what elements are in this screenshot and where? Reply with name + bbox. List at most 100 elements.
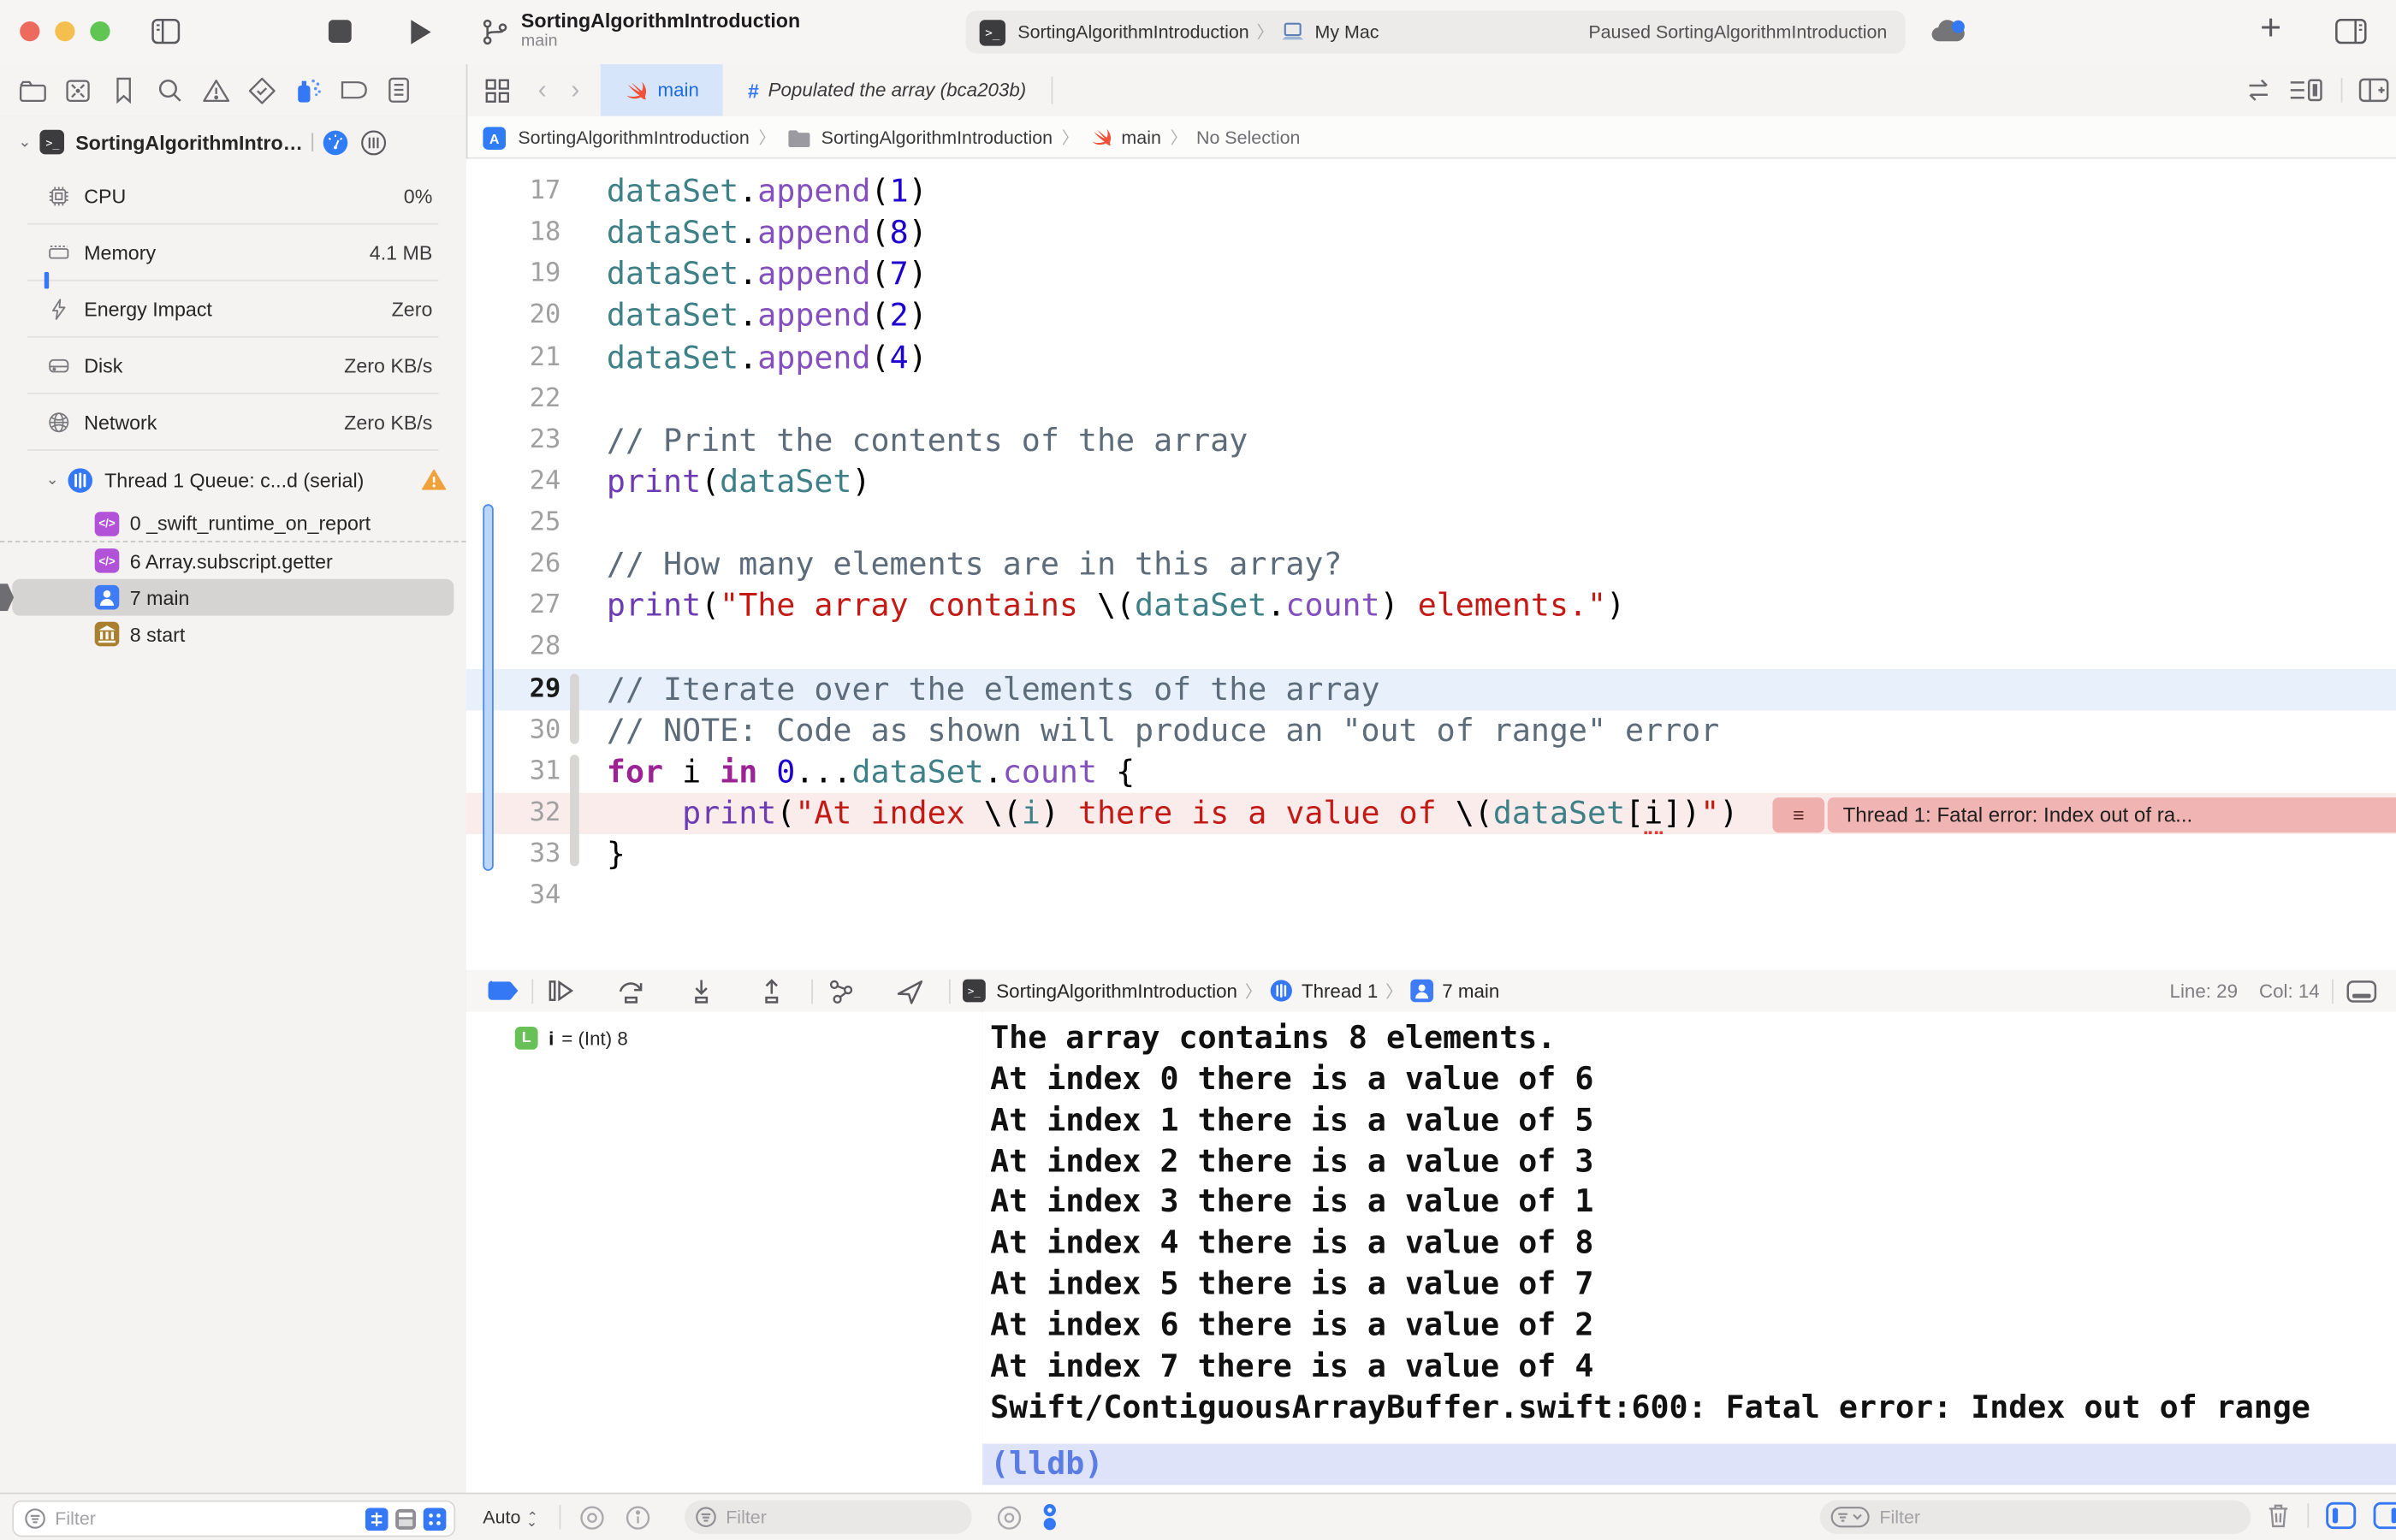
zoom-window-button[interactable] [90, 21, 110, 41]
code-line-28[interactable]: 28 [466, 627, 2396, 668]
jumpbar-crumb-2[interactable]: main [1121, 127, 1160, 148]
stack-frame-7[interactable]: 7 main [0, 579, 466, 616]
code-line-24[interactable]: 24print(dataSet) [466, 461, 2396, 502]
filter-chevron-icon[interactable] [1830, 1507, 1870, 1528]
continue-execution-icon[interactable] [545, 978, 576, 1004]
console-output[interactable]: The array contains 8 elements.At index 0… [982, 1011, 2396, 1494]
jumpbar-crumb-3[interactable]: No Selection [1196, 127, 1301, 148]
variables-filter-input[interactable]: Filter [685, 1501, 972, 1534]
line-number[interactable]: 34 [466, 875, 561, 916]
debug-navigator-icon[interactable] [284, 64, 330, 116]
line-number[interactable]: 28 [466, 627, 561, 668]
stack-frame-0[interactable]: </>0 _swift_runtime_on_report [0, 506, 466, 542]
tab-populated-the-array[interactable]: # Populated the array (bca203b) [723, 79, 1050, 102]
jump-bar[interactable]: A SortingAlgorithmIntroduction〉SortingAl… [466, 116, 2396, 159]
code-line-27[interactable]: 27print("The array contains \(dataSet.co… [466, 585, 2396, 626]
add-tab-button[interactable]: + [2260, 8, 2281, 50]
code-line-33[interactable]: 33} [466, 834, 2396, 875]
line-number[interactable]: 19 [466, 254, 561, 295]
tab-main[interactable]: main [601, 64, 723, 116]
line-number[interactable]: 33 [466, 834, 561, 875]
stack-frame-6[interactable]: </>6 Array.subscript.getter [0, 542, 466, 579]
code-line-21[interactable]: 21dataSet.append(4) [466, 337, 2396, 378]
metric-row-memory[interactable]: Memory4.1 MB [0, 224, 466, 279]
show-variables-eye-icon[interactable] [578, 1504, 604, 1530]
code-line-18[interactable]: 18dataSet.append(8) [466, 212, 2396, 253]
line-number[interactable]: 17 [466, 171, 561, 212]
step-into-icon[interactable] [686, 977, 717, 1004]
change-bar[interactable] [569, 673, 578, 743]
issues-navigator-icon[interactable] [193, 64, 239, 116]
metric-row-cpu[interactable]: CPU0% [0, 168, 466, 222]
line-number[interactable]: 24 [466, 461, 561, 502]
source-editor[interactable]: 17dataSet.append(1)18dataSet.append(8)19… [466, 159, 2396, 970]
toggle-variables-pane-icon[interactable] [2326, 1502, 2357, 1529]
project-navigator-icon[interactable] [9, 64, 56, 116]
code-line-19[interactable]: 19dataSet.append(7) [466, 254, 2396, 295]
close-window-button[interactable] [20, 21, 39, 41]
variables-scope-select[interactable]: Auto [483, 1507, 520, 1528]
memory-rings-icon[interactable] [361, 129, 387, 155]
line-number[interactable]: 32 [466, 793, 561, 834]
forward-chevron-icon[interactable]: › [559, 74, 592, 105]
toggle-console-pane-icon[interactable] [2373, 1502, 2396, 1529]
toggle-left-sidebar-icon[interactable] [150, 15, 182, 47]
variables-view[interactable]: L i = (Int) 8 [466, 1011, 983, 1494]
line-number[interactable]: 20 [466, 295, 561, 336]
lldb-prompt-row[interactable]: (lldb) [982, 1443, 2396, 1484]
variables-info-icon[interactable] [625, 1504, 650, 1530]
step-over-icon[interactable] [616, 977, 647, 1004]
simulate-location-icon[interactable] [895, 977, 924, 1004]
metric-row-network[interactable]: NetworkZero KB/s [0, 394, 466, 449]
code-line-29[interactable]: 29// Iterate over the elements of the ar… [466, 668, 2396, 709]
error-annotation[interactable]: ≡ Thread 1: Fatal error: Index out of ra… [1772, 797, 2396, 832]
performance-gauge-icon[interactable] [323, 129, 348, 155]
source-control-navigator-icon[interactable] [55, 64, 101, 116]
show-ui-task-icon[interactable] [394, 1507, 418, 1531]
change-scope-bar[interactable] [482, 504, 493, 871]
tests-navigator-icon[interactable] [239, 64, 285, 116]
console-filter-input[interactable]: Filter [1820, 1501, 2251, 1534]
line-number[interactable]: 27 [466, 585, 561, 626]
line-number[interactable]: 31 [466, 751, 561, 792]
line-number[interactable]: 26 [466, 544, 561, 585]
line-number[interactable]: 22 [466, 378, 561, 419]
jumpbar-crumb-0[interactable]: SortingAlgorithmIntroduction [518, 127, 749, 148]
find-navigator-icon[interactable] [146, 64, 193, 116]
error-grip-icon[interactable]: ≡ [1772, 797, 1824, 832]
console-scope-icon[interactable] [1041, 1503, 1059, 1531]
code-line-30[interactable]: 30// NOTE: Code as shown will produce an… [466, 710, 2396, 751]
toggle-debug-area-icon[interactable] [2346, 979, 2378, 1004]
code-line-25[interactable]: 25 [466, 502, 2396, 543]
code-line-20[interactable]: 20dataSet.append(2) [466, 295, 2396, 336]
code-line-34[interactable]: 34 [466, 875, 2396, 916]
console-eye-icon[interactable] [996, 1504, 1022, 1530]
code-line-26[interactable]: 26// How many elements are in this array… [466, 544, 2396, 585]
editor-options-icon[interactable] [2289, 76, 2326, 104]
line-number[interactable]: 25 [466, 502, 561, 543]
debug-crumb-process[interactable]: SortingAlgorithmIntroduction [996, 980, 1237, 1002]
line-number[interactable]: 29 [466, 668, 561, 709]
breakpoints-toggle-icon[interactable] [488, 980, 520, 1000]
step-out-icon[interactable] [756, 977, 787, 1004]
show-queues-icon[interactable] [365, 1507, 388, 1531]
bookmarks-navigator-icon[interactable] [101, 64, 147, 116]
stack-frame-8[interactable]: 8 start [0, 616, 466, 653]
cloud-status-icon[interactable] [1930, 17, 1969, 48]
scheme-selector[interactable]: >_ SortingAlgorithmIntroduction 〉 My Mac… [966, 10, 1906, 53]
show-stack-frames-icon[interactable] [424, 1507, 447, 1531]
line-number[interactable]: 30 [466, 710, 561, 751]
stop-button[interactable] [329, 20, 352, 43]
code-line-17[interactable]: 17dataSet.append(1) [466, 171, 2396, 212]
debug-view-hierarchy-icon[interactable] [825, 977, 856, 1004]
metric-row-energy-impact[interactable]: Energy ImpactZero [0, 281, 466, 336]
disclosure-chevron-icon[interactable]: ⌄ [46, 471, 59, 489]
jumpbar-crumb-1[interactable]: SortingAlgorithmIntroduction [821, 127, 1053, 148]
thread-row[interactable]: ⌄ Thread 1 Queue: c...d (serial) [0, 453, 466, 506]
add-editor-icon[interactable] [2357, 76, 2390, 104]
line-number[interactable]: 21 [466, 337, 561, 378]
reports-navigator-icon[interactable] [376, 64, 422, 116]
code-line-31[interactable]: 31for i in 0...dataSet.count { [466, 751, 2396, 792]
disclosure-chevron-icon[interactable]: ⌄ [18, 133, 31, 151]
toggle-right-sidebar-icon[interactable] [2334, 15, 2369, 47]
